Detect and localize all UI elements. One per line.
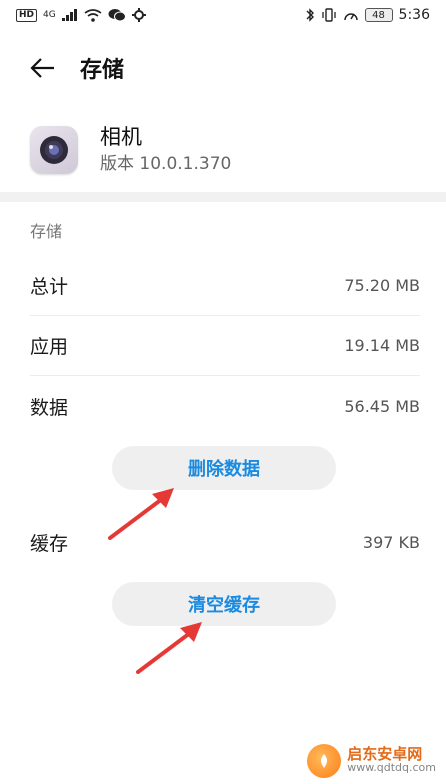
row-cache-value: 397 KB xyxy=(362,532,420,552)
row-data-label: 数据 xyxy=(30,396,69,419)
row-data: 数据 56.45 MB xyxy=(30,376,420,436)
section-divider xyxy=(0,192,446,202)
row-total-value: 75.20 MB xyxy=(344,276,420,295)
status-right: 48 5:36 xyxy=(305,7,430,23)
signal-icon xyxy=(61,9,77,21)
row-data-value: 56.45 MB xyxy=(344,396,420,416)
watermark-title: 启东安卓网 xyxy=(347,745,423,763)
section-title-storage: 存储 xyxy=(30,222,63,241)
delete-data-button[interactable]: 删除数据 xyxy=(112,446,336,490)
camera-app-icon xyxy=(30,126,78,174)
row-app-value: 19.14 MB xyxy=(344,336,420,355)
network-type: 4G xyxy=(43,10,56,20)
back-icon[interactable] xyxy=(26,51,60,85)
app-texts: 相机 版本 10.0.1.370 xyxy=(100,123,231,177)
vibrate-icon xyxy=(321,8,336,22)
status-bar: HD 4G 48 5:36 xyxy=(0,0,446,30)
screen: HD 4G 48 5:36 存储 相机 版本 10.0.1.370 存储 总计 … xyxy=(0,0,446,784)
app-info: 相机 版本 10.0.1.370 xyxy=(0,112,446,188)
clock: 5:36 xyxy=(398,7,430,23)
status-left: HD 4G xyxy=(16,8,146,22)
row-app-label: 应用 xyxy=(30,336,69,358)
speed-icon xyxy=(343,13,358,21)
row-app: 应用 19.14 MB xyxy=(30,316,420,376)
app-version: 版本 10.0.1.370 xyxy=(100,154,232,174)
wifi-icon xyxy=(84,8,102,22)
page-title: 存储 xyxy=(80,58,125,83)
app-name: 相机 xyxy=(100,125,142,149)
header: 存储 xyxy=(0,40,446,96)
hd-badge: HD xyxy=(16,8,38,22)
gear-icon xyxy=(131,8,146,22)
watermark-logo-icon xyxy=(307,744,342,778)
watermark-url: www.qdtdq.com xyxy=(347,761,436,774)
row-total: 总计 75.20 MB xyxy=(30,256,420,316)
row-cache: 缓存 397 KB xyxy=(30,512,420,572)
row-cache-label: 缓存 xyxy=(30,532,69,555)
battery-level: 48 xyxy=(372,9,385,21)
bluetooth-icon xyxy=(306,8,314,22)
row-total-label: 总计 xyxy=(30,276,69,298)
arrow-icon xyxy=(136,622,202,674)
battery-icon: 48 xyxy=(364,8,393,22)
wechat-icon xyxy=(108,9,126,22)
clear-cache-button[interactable]: 清空缓存 xyxy=(112,582,336,626)
watermark-texts: 启东安卓网 www.qdtdq.com xyxy=(347,747,436,775)
watermark: 启东安卓网 www.qdtdq.com xyxy=(307,744,436,778)
